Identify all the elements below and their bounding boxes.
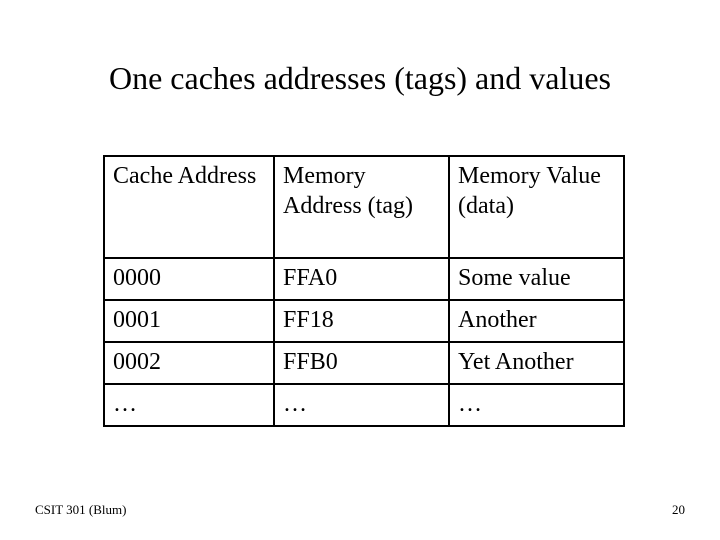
slide-number: 20 bbox=[672, 502, 685, 518]
table-row: 0002 FFB0 Yet Another bbox=[104, 342, 624, 384]
table-row: … … … bbox=[104, 384, 624, 426]
cell-memory-address: … bbox=[274, 384, 449, 426]
cell-memory-address: FFA0 bbox=[274, 258, 449, 300]
table-row: 0001 FF18 Another bbox=[104, 300, 624, 342]
cell-memory-value: … bbox=[449, 384, 624, 426]
cell-memory-address: FF18 bbox=[274, 300, 449, 342]
slide-title: One caches addresses (tags) and values bbox=[0, 60, 720, 97]
cache-table: Cache Address Memory Address (tag) Memor… bbox=[103, 155, 625, 427]
table-header-row: Cache Address Memory Address (tag) Memor… bbox=[104, 156, 624, 258]
cell-memory-value: Yet Another bbox=[449, 342, 624, 384]
cell-cache-address: 0001 bbox=[104, 300, 274, 342]
header-memory-address: Memory Address (tag) bbox=[274, 156, 449, 258]
footer-course: CSIT 301 (Blum) bbox=[35, 502, 127, 518]
cell-cache-address: … bbox=[104, 384, 274, 426]
header-cache-address: Cache Address bbox=[104, 156, 274, 258]
header-memory-value: Memory Value (data) bbox=[449, 156, 624, 258]
cell-cache-address: 0002 bbox=[104, 342, 274, 384]
table-row: 0000 FFA0 Some value bbox=[104, 258, 624, 300]
cell-cache-address: 0000 bbox=[104, 258, 274, 300]
cell-memory-value: Some value bbox=[449, 258, 624, 300]
slide: One caches addresses (tags) and values C… bbox=[0, 0, 720, 540]
cell-memory-address: FFB0 bbox=[274, 342, 449, 384]
cache-table-container: Cache Address Memory Address (tag) Memor… bbox=[103, 155, 623, 427]
cell-memory-value: Another bbox=[449, 300, 624, 342]
